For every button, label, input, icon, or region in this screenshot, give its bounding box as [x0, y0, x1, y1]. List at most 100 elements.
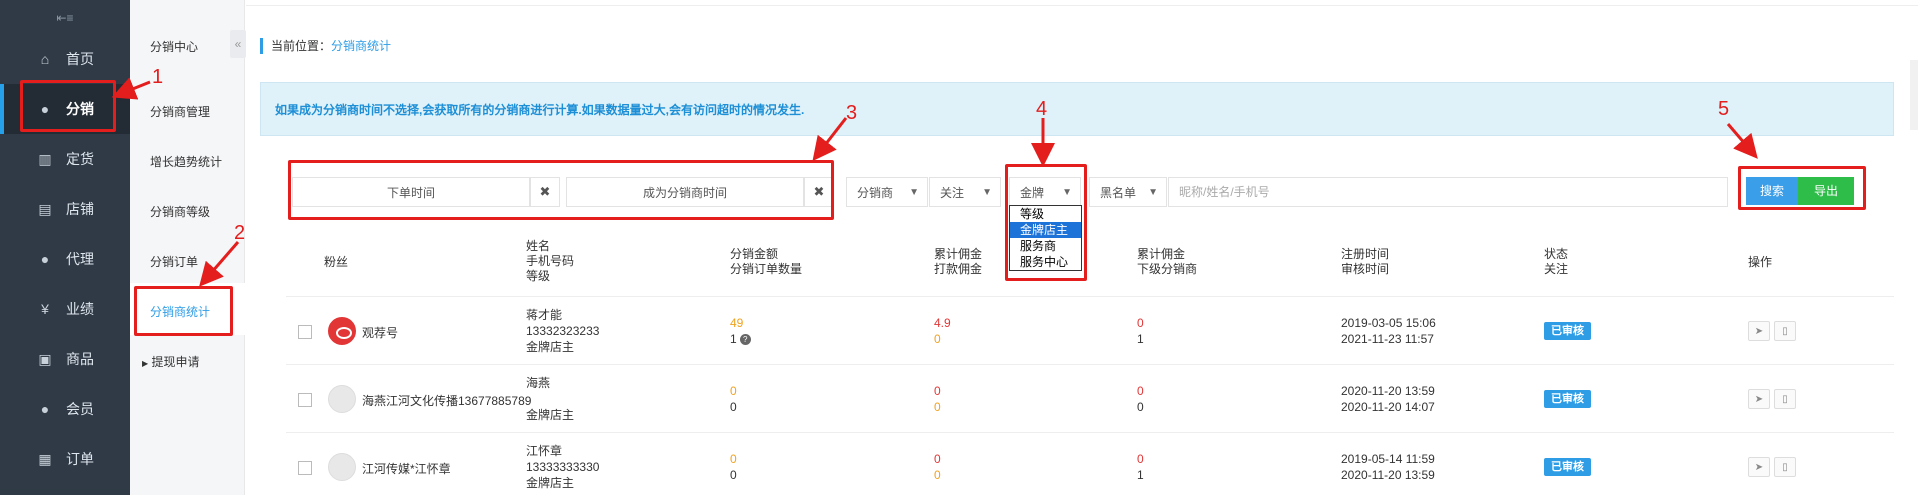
- commission: 0: [934, 452, 941, 466]
- member-icon: ●: [40, 401, 50, 417]
- distributor-select[interactable]: 分销商 ▼: [846, 177, 928, 207]
- nav-item-3[interactable]: ▤ 店铺: [0, 184, 130, 234]
- nav-item-5[interactable]: ¥ 业绩: [0, 284, 130, 334]
- annotation-box-5: [1738, 166, 1866, 210]
- nav-item-label: 商品: [66, 351, 94, 367]
- table-row: 海燕江河文化传播13677885789 海燕 金牌店主 0 0 0 0 0 0 …: [286, 365, 1894, 433]
- follow-select-value: 关注: [940, 185, 965, 200]
- th-sub: 累计佣金 下级分销商: [1137, 247, 1197, 277]
- commission-cell: 0 0: [934, 451, 941, 483]
- nav-item-4[interactable]: ● 代理: [0, 234, 130, 284]
- phone: [526, 391, 574, 407]
- row-checkbox[interactable]: [298, 461, 312, 475]
- th-paid-line: 打款佣金: [934, 262, 983, 276]
- th-status: 状态 关注: [1544, 247, 1568, 277]
- goods-icon: ▣: [38, 350, 52, 367]
- nav-item-6[interactable]: ▣ 商品: [0, 334, 130, 384]
- main-sidebar: ⇤≡ ⌂ 首页 ● 分销 ▥ 定货 ▤ 店铺 ● 代理 ¥ 业绩 ▣ 商品 ● 会员 ▦ 订单: [0, 0, 130, 495]
- send-icon[interactable]: ➤: [1748, 389, 1770, 409]
- send-icon[interactable]: ➤: [1748, 457, 1770, 477]
- top-tabs-strip: [246, 0, 1918, 6]
- nav-item-label: 定货: [66, 151, 94, 167]
- th-follow-line: 关注: [1544, 262, 1569, 276]
- nav-item-0[interactable]: ⌂ 首页: [0, 34, 130, 84]
- annotation-label-4: 4: [1036, 98, 1048, 120]
- amount: 49: [730, 316, 744, 330]
- blacklist-select[interactable]: 黑名单 ▼: [1089, 177, 1167, 207]
- avatar: [328, 317, 356, 345]
- name-cell: 海燕 金牌店主: [526, 375, 574, 423]
- subnav-item-withdraw-label: 提现申请: [151, 355, 200, 369]
- orders: 1: [730, 332, 737, 346]
- paid: 0: [934, 400, 941, 414]
- trash-icon[interactable]: ▯: [1774, 321, 1796, 341]
- th-name: 姓名 手机号码 等级: [526, 239, 574, 284]
- sub-count: 1: [1137, 468, 1144, 482]
- audit-time: 2020-11-20 13:59: [1341, 468, 1435, 482]
- vertical-scrollbar[interactable]: [1910, 60, 1918, 130]
- sub-commission: 0: [1137, 316, 1144, 330]
- sub-sidebar: « 分销中心 分销商管理 增长趋势统计 分销商等级 分销订单 分销商统计 ▶ 提…: [130, 0, 246, 495]
- time-cell: 2019-05-14 11:59 2020-11-20 13:59: [1341, 451, 1435, 483]
- amount: 0: [730, 384, 737, 398]
- search-input[interactable]: 昵称/姓名/手机号: [1168, 177, 1728, 207]
- chevron-down-icon: ▼: [909, 186, 919, 198]
- fan-nickname: 海燕江河文化传播13677885789: [362, 394, 532, 408]
- info-tip: 如果成为分销商时间不选择,会获取所有的分销商进行计算.如果数据量过大,会有访问超…: [260, 82, 1894, 136]
- send-icon[interactable]: ➤: [1748, 321, 1770, 341]
- sub-commission: 0: [1137, 452, 1144, 466]
- amount-cell: 0 0: [730, 383, 737, 415]
- breadcrumb-current[interactable]: 分销商统计: [331, 39, 391, 53]
- th-status-line: 状态: [1544, 247, 1569, 261]
- subnav-item-orders[interactable]: 分销订单: [150, 253, 198, 270]
- commission-cell: 4.9 0: [934, 315, 951, 347]
- subnav-item-trend[interactable]: 增长趋势统计: [150, 153, 222, 170]
- amount-cell: 49 1?: [730, 315, 751, 347]
- subnav-item-center[interactable]: 分销中心: [150, 38, 198, 55]
- sub-cell: 0 0: [1137, 383, 1144, 415]
- breadcrumb: 当前位置：分销商统计: [260, 38, 391, 54]
- collapse-sidebar-icon[interactable]: «: [230, 30, 246, 58]
- chevron-down-icon: ▼: [1148, 186, 1158, 198]
- annotation-label-5: 5: [1718, 98, 1730, 120]
- annotation-label-3: 3: [846, 102, 858, 124]
- nav-item-label: 店铺: [66, 201, 94, 217]
- name: 蒋才能: [526, 308, 563, 322]
- th-level-line: 等级: [526, 269, 551, 283]
- shop-icon: ▤: [38, 200, 52, 217]
- nav-item-2[interactable]: ▥ 定货: [0, 134, 130, 184]
- commission-cell: 0 0: [934, 383, 941, 415]
- distributor-select-value: 分销商: [857, 185, 894, 200]
- annotation-box-1: [20, 80, 116, 132]
- help-icon[interactable]: ?: [739, 334, 751, 346]
- level: 金牌店主: [526, 476, 575, 490]
- amount-cell: 0 0: [730, 451, 737, 483]
- time-cell: 2019-03-05 15:06 2021-11-23 11:57: [1341, 315, 1436, 347]
- orders: 0: [730, 468, 737, 482]
- trash-icon[interactable]: ▯: [1774, 389, 1796, 409]
- nav-item-label: 代理: [66, 251, 94, 267]
- subnav-item-withdraw[interactable]: ▶ 提现申请: [142, 353, 200, 370]
- th-commission: 累计佣金 打款佣金: [934, 247, 982, 277]
- row-checkbox[interactable]: [298, 393, 312, 407]
- orders-wrap: 0: [730, 467, 737, 483]
- subnav-item-manage[interactable]: 分销商管理: [150, 103, 210, 120]
- audit-time: 2021-11-23 11:57: [1341, 332, 1434, 346]
- commission: 4.9: [934, 316, 951, 330]
- nav-item-7[interactable]: ● 会员: [0, 384, 130, 434]
- row-checkbox[interactable]: [298, 325, 312, 339]
- name-cell: 江怀章 13333333330 金牌店主: [526, 443, 599, 491]
- follow-select[interactable]: 关注 ▼: [929, 177, 1001, 207]
- th-audit-line: 审核时间: [1341, 262, 1390, 276]
- subnav-item-level[interactable]: 分销商等级: [150, 203, 210, 220]
- menu-toggle-icon[interactable]: ⇤≡: [0, 0, 130, 36]
- table-header: 粉丝 姓名 手机号码 等级 分销金额 分销订单数量 累计佣金 打款佣金 累计佣金…: [286, 232, 1894, 297]
- audit-time: 2020-11-20 14:07: [1341, 400, 1435, 414]
- level: 金牌店主: [526, 408, 575, 422]
- nav-item-8[interactable]: ▦ 订单: [0, 434, 130, 484]
- annotation-label-2: 2: [234, 222, 246, 244]
- breadcrumb-prefix: 当前位置：: [271, 39, 332, 53]
- trash-icon[interactable]: ▯: [1774, 457, 1796, 477]
- annotation-box-3: [288, 160, 834, 220]
- th-amount-line: 分销金额: [730, 247, 779, 261]
